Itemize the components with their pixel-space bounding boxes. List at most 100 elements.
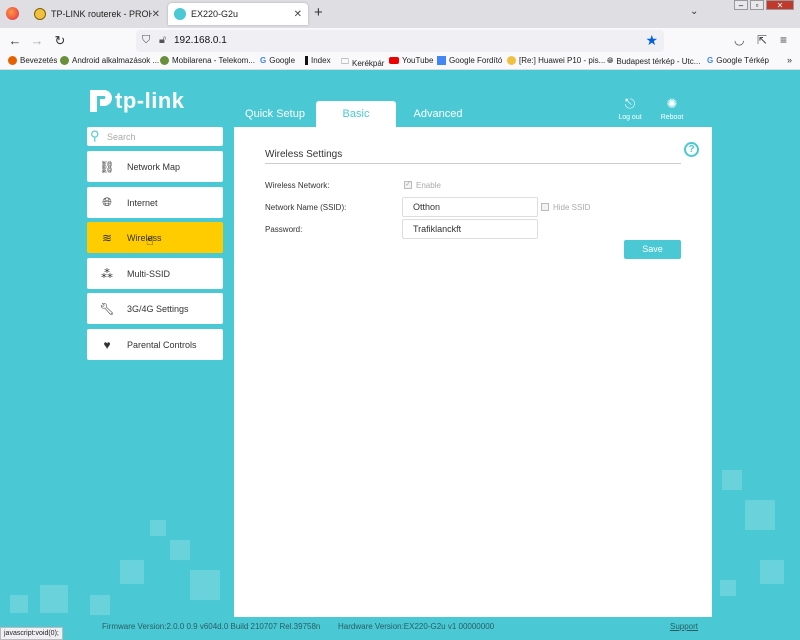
youtube-icon xyxy=(389,57,399,64)
google-icon: G xyxy=(260,56,267,65)
ssid-field[interactable] xyxy=(402,197,538,217)
hide-ssid-checkbox[interactable] xyxy=(541,203,549,211)
tab-proharder[interactable]: TP-LINK routerek - PROHARDVER ✕ xyxy=(28,3,166,25)
bookmark-item[interactable]: Android alkalmazások ... xyxy=(60,56,159,65)
support-link[interactable]: Support xyxy=(670,622,698,631)
bookmark-item[interactable]: Mobilarena - Telekom... xyxy=(160,56,255,65)
enable-label: Enable xyxy=(416,181,441,190)
decoration xyxy=(90,595,110,615)
hide-ssid-label: Hide SSID xyxy=(553,203,591,212)
translate-icon xyxy=(437,56,446,65)
window-close-icon[interactable]: ✕ xyxy=(766,0,794,10)
sidebar-item-multi-ssid[interactable]: ⁂ Multi-SSID xyxy=(87,258,223,289)
tab-title: TP-LINK routerek - PROHARDVER xyxy=(51,9,152,19)
mobilarena-icon xyxy=(507,56,516,65)
bookmark-item[interactable]: G Google Térkép xyxy=(707,56,769,65)
sidebar-item-internet[interactable]: 🌐︎ Internet xyxy=(87,187,223,218)
logout-button[interactable]: ⎋ Log out xyxy=(610,96,650,121)
help-icon[interactable]: ? xyxy=(684,142,699,157)
wrench-icon: 🔧︎ xyxy=(99,301,115,316)
bookmark-item[interactable]: [Re:] Huawei P10 - pis... xyxy=(507,56,605,65)
new-tab-button[interactable]: + xyxy=(314,4,323,21)
tab-advanced[interactable]: Advanced xyxy=(396,101,480,127)
password-input[interactable] xyxy=(403,220,537,238)
pocket-icon[interactable]: ◡ xyxy=(734,33,744,47)
lock-icon[interactable]: 🔓︎ xyxy=(159,34,166,47)
proharder-favicon-icon xyxy=(34,8,46,20)
decoration xyxy=(120,560,144,584)
sidebar-item-label: Multi-SSID xyxy=(127,268,171,279)
sidebar-item-label: Wireless xyxy=(127,232,162,243)
tplink-logo: tp-link xyxy=(87,87,185,115)
close-icon[interactable]: ✕ xyxy=(152,9,160,20)
password-label: Password: xyxy=(265,225,303,234)
sidebar-item-parental-controls[interactable]: ♥ Parental Controls xyxy=(87,329,223,360)
restore-icon[interactable]: ▫ xyxy=(750,0,764,10)
bookmark-item[interactable]: Bevezetés xyxy=(8,56,57,65)
bookmark-item[interactable]: 🌐︎ Budapest térkép - Utc... xyxy=(607,56,700,66)
bookmark-label: Budapest térkép - Utc... xyxy=(616,56,701,66)
decoration xyxy=(10,595,28,613)
back-icon[interactable]: ← xyxy=(7,33,23,48)
bookmark-item[interactable]: YouTube xyxy=(389,56,433,65)
shield-icon[interactable]: ⛉ xyxy=(142,34,150,47)
globe-icon: 🌐︎ xyxy=(102,195,112,209)
enable-checkbox[interactable]: ✓ xyxy=(404,181,412,189)
bookmark-item[interactable]: 🗀︎ Kerékpár xyxy=(341,56,384,70)
url-text[interactable]: 192.168.0.1 xyxy=(174,35,227,46)
bookmark-label: Android alkalmazások ... xyxy=(72,56,160,65)
bookmarks-overflow-icon[interactable]: » xyxy=(787,55,792,65)
reboot-label: Reboot xyxy=(660,114,684,121)
bookmark-label: [Re:] Huawei P10 - pis... xyxy=(519,56,606,65)
mobilarena-icon xyxy=(160,56,169,65)
sidebar-item-label: Parental Controls xyxy=(127,339,197,350)
chevron-down-icon[interactable]: ⌄ xyxy=(690,6,698,17)
heart-icon: ♥ xyxy=(103,337,111,352)
password-field[interactable] xyxy=(402,219,538,239)
bookmark-star-icon[interactable]: ★ xyxy=(645,32,658,49)
reload-icon[interactable]: ↻ xyxy=(52,33,68,49)
bookmark-label: Google Fordító xyxy=(449,56,503,65)
browser-tab-bar: TP-LINK routerek - PROHARDVER ✕ EX220-G2… xyxy=(0,0,800,28)
bookmark-item[interactable]: G Google xyxy=(260,56,295,65)
tab-router[interactable]: EX220-G2u ✕ xyxy=(168,3,308,25)
menu-icon[interactable]: ≡ xyxy=(780,33,787,47)
reboot-button[interactable]: ✺ Reboot xyxy=(652,96,692,121)
folder-icon: 🗀︎ xyxy=(341,57,349,66)
decoration xyxy=(745,500,775,530)
sidebar-item-3g4g-settings[interactable]: 🔧︎ 3G/4G Settings xyxy=(87,293,223,324)
search-icon: ⚲ xyxy=(90,128,100,143)
decoration xyxy=(760,560,784,584)
ssid-label: Network Name (SSID): xyxy=(265,203,347,212)
bookmark-item[interactable]: Google Fordító xyxy=(437,56,502,65)
save-button[interactable]: Save xyxy=(624,240,681,259)
search-input[interactable] xyxy=(107,129,217,144)
tplink-favicon-icon xyxy=(174,8,186,20)
decoration xyxy=(150,520,166,536)
google-icon: G xyxy=(707,56,714,65)
wireless-network-label: Wireless Network: xyxy=(265,181,330,190)
reboot-icon: ✺ xyxy=(666,96,678,111)
brand-name: tp-link xyxy=(115,88,185,113)
sidebar-item-label: Network Map xyxy=(127,161,181,172)
minimize-icon[interactable]: – xyxy=(734,0,748,10)
close-icon[interactable]: ✕ xyxy=(294,9,302,20)
network-map-icon: ⛓︎ xyxy=(99,159,115,174)
bookmark-label: Index xyxy=(311,56,331,65)
forward-icon[interactable]: → xyxy=(29,33,45,48)
tab-quick-setup[interactable]: Quick Setup xyxy=(234,101,316,127)
browser-nav-bar: ← → ↻ ⛉ 🔓︎ 192.168.0.1 ★ ◡ ⇱ ≡ xyxy=(0,28,800,54)
mouse-cursor-icon: ☝︎ xyxy=(146,233,154,248)
ssid-input[interactable] xyxy=(403,198,537,216)
tab-basic[interactable]: Basic xyxy=(316,101,396,127)
url-bar[interactable]: ⛉ 🔓︎ 192.168.0.1 ★ xyxy=(136,30,664,52)
sidebar-item-network-map[interactable]: ⛓︎ Network Map xyxy=(87,151,223,182)
sidebar-item-wireless[interactable]: ≋ Wireless xyxy=(87,222,223,253)
decoration xyxy=(170,540,190,560)
bookmark-item[interactable]: Index xyxy=(305,56,331,65)
search-box[interactable]: ⚲ xyxy=(87,127,223,146)
wifi-icon: ≋ xyxy=(101,230,113,245)
extensions-icon[interactable]: ⇱ xyxy=(757,33,767,47)
sidebar-item-label: 3G/4G Settings xyxy=(127,303,189,314)
firefox-menu-icon[interactable] xyxy=(6,7,19,20)
